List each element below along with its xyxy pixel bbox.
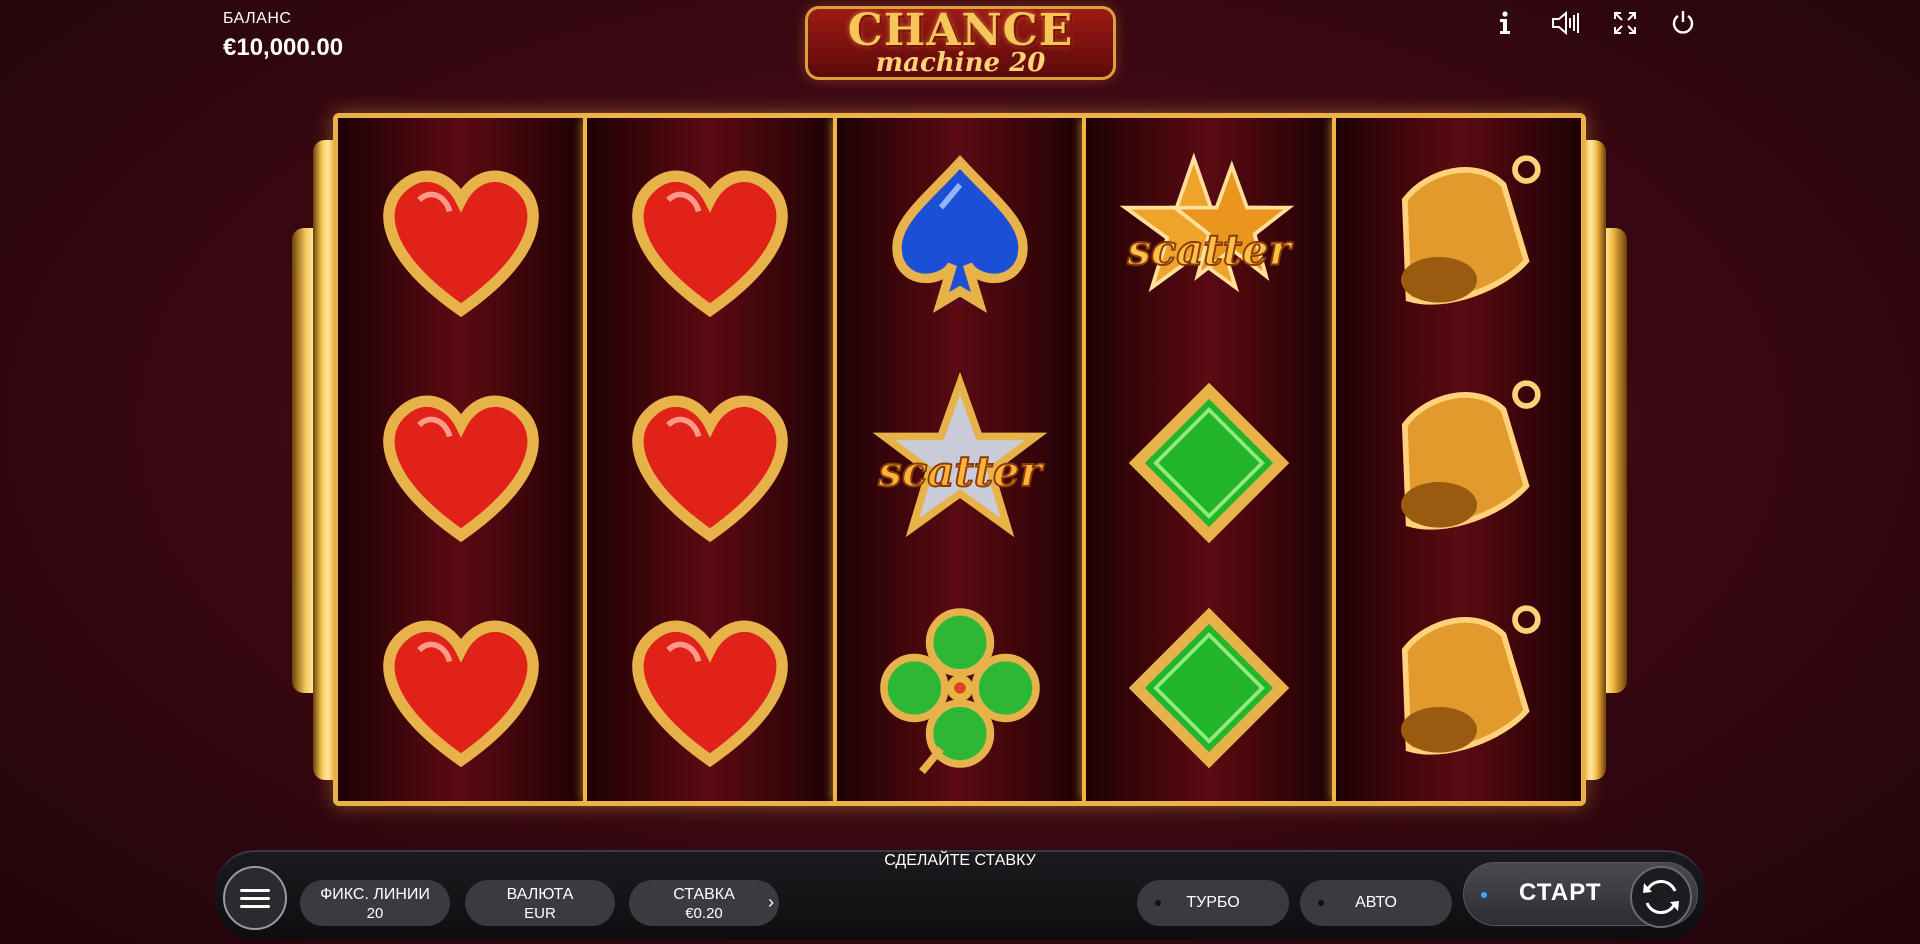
reel-3: scatter xyxy=(832,118,1083,801)
turbo-indicator xyxy=(1155,900,1161,906)
gold-star-scatter-symbol: scatter xyxy=(1086,125,1331,350)
red-heart-symbol xyxy=(338,350,583,575)
turbo-label: ТУРБО xyxy=(1186,894,1240,911)
currency-label: ВАЛЮТА xyxy=(506,886,574,903)
info-icon[interactable] xyxy=(1485,6,1525,40)
auto-indicator xyxy=(1318,900,1324,906)
reel-4: scatter xyxy=(1082,118,1332,801)
red-heart-symbol xyxy=(587,125,832,350)
green-diamond-symbol xyxy=(1086,350,1331,575)
logo-title: CHANCE xyxy=(847,5,1074,56)
sound-icon[interactable] xyxy=(1545,6,1585,40)
blue-spade-symbol xyxy=(837,125,1082,350)
svg-text:scatter: scatter xyxy=(877,446,1044,495)
reel-1 xyxy=(338,118,584,801)
reels-frame: scatter scatter xyxy=(333,113,1586,806)
start-label: СТАРТ xyxy=(1519,879,1602,906)
red-heart-symbol xyxy=(587,350,832,575)
green-clover-symbol xyxy=(837,575,1082,800)
green-diamond-symbol xyxy=(1086,575,1331,800)
balance-label: БАЛАНС xyxy=(223,10,292,27)
power-icon[interactable] xyxy=(1663,6,1703,40)
fixed-lines-label: ФИКС. ЛИНИИ xyxy=(320,886,430,903)
red-heart-symbol xyxy=(338,125,583,350)
menu-icon xyxy=(240,888,270,892)
silver-star-scatter-symbol: scatter xyxy=(837,350,1082,575)
balance-value: €10,000.00 xyxy=(223,34,344,61)
turbo-button[interactable]: ТУРБО xyxy=(1137,880,1289,926)
bet-label: СТАВКА xyxy=(673,886,735,903)
auto-label: АВТО xyxy=(1355,894,1397,911)
top-toolbar xyxy=(1485,6,1700,40)
chevron-right-icon[interactable]: › xyxy=(768,892,774,913)
reel-2 xyxy=(583,118,833,801)
auto-button[interactable]: АВТО xyxy=(1300,880,1452,926)
logo-subtitle: machine 20 xyxy=(875,48,1046,78)
spin-button[interactable] xyxy=(1630,866,1692,928)
svg-text:scatter: scatter xyxy=(1126,225,1293,274)
red-heart-symbol xyxy=(587,575,832,800)
currency-value: EUR xyxy=(524,905,556,922)
bet-value: €0.20 xyxy=(685,905,723,922)
bet-button[interactable]: СТАВКА €0.20 xyxy=(629,880,779,926)
currency-button[interactable]: ВАЛЮТА EUR xyxy=(465,880,615,926)
menu-button[interactable] xyxy=(223,866,287,930)
gold-bell-symbol xyxy=(1336,350,1581,575)
fixed-lines-value: 20 xyxy=(366,905,384,922)
start-indicator xyxy=(1481,892,1487,898)
reel-5 xyxy=(1331,118,1582,801)
gold-bell-symbol xyxy=(1336,575,1581,800)
refresh-icon xyxy=(1643,879,1679,915)
red-heart-symbol xyxy=(338,575,583,800)
fullscreen-icon[interactable] xyxy=(1605,6,1645,40)
game-logo: CHANCE machine 20 xyxy=(805,6,1116,80)
gold-bell-symbol xyxy=(1336,125,1581,350)
balance-panel: БАЛАНС €10,000.00 xyxy=(223,10,343,62)
fixed-lines-button[interactable]: ФИКС. ЛИНИИ 20 xyxy=(300,880,450,926)
